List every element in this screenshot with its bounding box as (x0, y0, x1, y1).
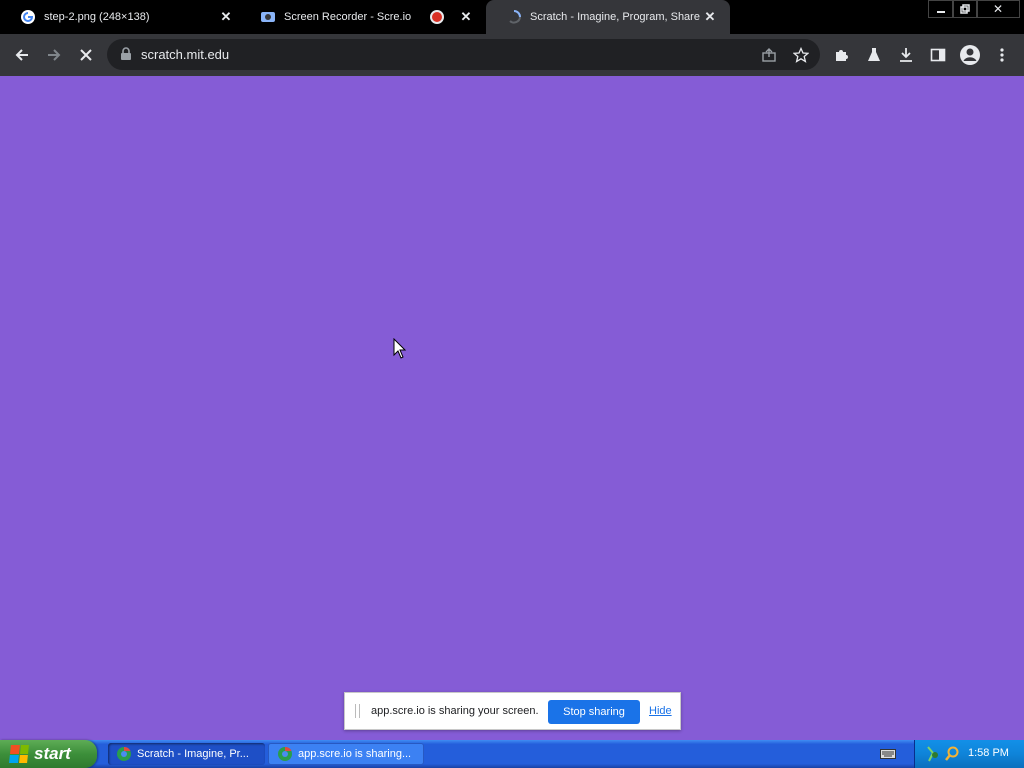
url-text[interactable]: scratch.mit.edu (141, 47, 229, 62)
tab-title: step-2.png (248×138) (44, 11, 150, 23)
lock-icon (120, 47, 132, 64)
tab-step-2-png[interactable]: step-2.png (248×138) ✕ (0, 0, 246, 34)
share-icon[interactable] (759, 45, 779, 65)
extensions-button[interactable] (828, 41, 856, 69)
close-icon[interactable]: ✕ (218, 9, 234, 25)
scratch-loading-icon (506, 9, 522, 25)
close-window-button[interactable]: ✕ (976, 0, 1020, 18)
share-message: app.scre.io is sharing your screen. (371, 705, 539, 717)
taskbar-item-scratch[interactable]: Scratch - Imagine, Pr... (108, 743, 265, 765)
avatar-icon (960, 45, 980, 65)
close-icon[interactable]: ✕ (458, 9, 474, 25)
minimize-button[interactable] (928, 0, 954, 18)
browser-toolbar: scratch.mit.edu (0, 34, 1024, 76)
recording-indicator-icon (430, 10, 444, 24)
tab-scratch[interactable]: Scratch - Imagine, Program, Share ✕ (486, 0, 730, 34)
address-bar[interactable]: scratch.mit.edu (107, 39, 820, 70)
screen-share-notification: app.scre.io is sharing your screen. Stop… (344, 692, 681, 730)
side-panel-icon (930, 48, 946, 62)
menu-button[interactable] (988, 41, 1016, 69)
system-tray: 1:58 PM (914, 740, 1024, 768)
clock[interactable]: 1:58 PM (968, 747, 1009, 759)
screen-recorder-icon (260, 9, 276, 25)
taskbar-item-label: app.scre.io is sharing... (298, 748, 412, 760)
chrome-icon (278, 746, 292, 761)
forward-arrow-icon (48, 49, 61, 61)
side-panel-button[interactable] (924, 41, 952, 69)
forward-button[interactable] (40, 41, 68, 69)
windows-logo-icon (9, 745, 29, 763)
downloads-button[interactable] (892, 41, 920, 69)
tab-title: Screen Recorder - Scre.io (284, 11, 412, 23)
back-arrow-icon (15, 49, 28, 61)
download-icon (900, 48, 912, 62)
mouse-cursor-icon (393, 338, 407, 359)
back-button[interactable] (8, 41, 36, 69)
close-icon (80, 49, 92, 61)
chrome-icon (117, 746, 131, 761)
puzzle-icon (836, 50, 848, 61)
restore-button[interactable] (952, 0, 978, 18)
taskbar-item-share[interactable]: app.scre.io is sharing... (268, 743, 424, 765)
network-icon[interactable] (925, 745, 941, 763)
flask-icon (868, 48, 880, 61)
close-icon[interactable]: ✕ (702, 9, 718, 25)
google-g-icon (20, 9, 36, 25)
labs-button[interactable] (860, 41, 888, 69)
keyboard-icon[interactable] (880, 748, 896, 760)
taskbar: start Scratch - Imagine, Pr... app.scre.… (0, 740, 1024, 768)
profile-button[interactable] (956, 41, 984, 69)
taskbar-item-label: Scratch - Imagine, Pr... (137, 748, 249, 760)
start-button[interactable]: start (0, 740, 97, 768)
hide-link[interactable]: Hide (649, 705, 672, 717)
bookmark-star-icon[interactable] (791, 45, 811, 65)
tab-strip: step-2.png (248×138) ✕ Screen Recorder -… (0, 0, 1024, 34)
kebab-menu-icon (1000, 48, 1004, 62)
search-icon[interactable] (944, 745, 960, 763)
tab-screen-recorder[interactable]: Screen Recorder - Scre.io ✕ (246, 0, 486, 34)
page-content[interactable] (0, 76, 1024, 740)
stop-loading-button[interactable] (72, 41, 100, 69)
tab-title: Scratch - Imagine, Program, Share (530, 11, 700, 23)
stop-sharing-button[interactable]: Stop sharing (548, 700, 640, 724)
drag-handle[interactable] (355, 704, 360, 718)
start-label: start (34, 744, 71, 763)
